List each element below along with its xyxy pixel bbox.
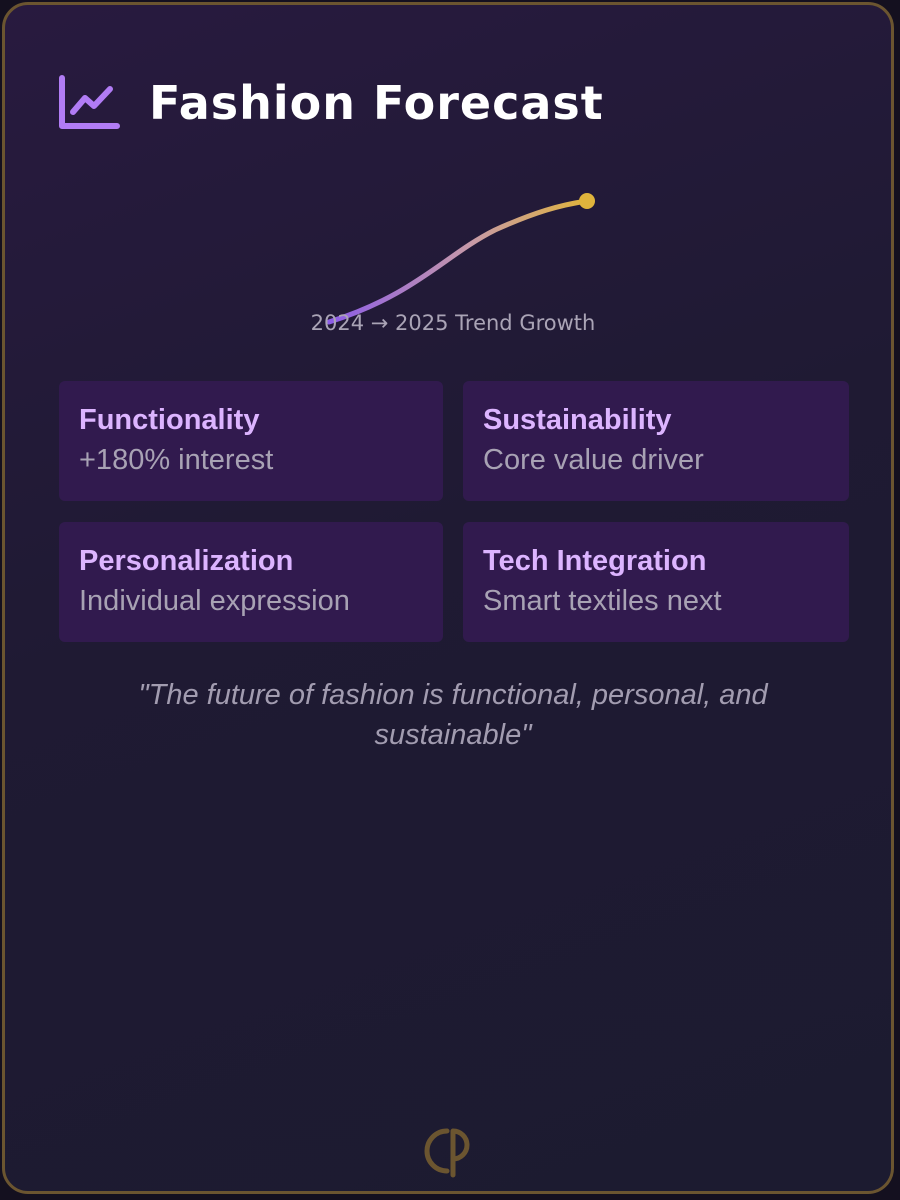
tile-personalization: Personalization Individual expression — [59, 522, 443, 642]
trend-tiles: Functionality +180% interest Sustainabil… — [59, 381, 849, 642]
tile-functionality: Functionality +180% interest — [59, 381, 443, 501]
tile-sustainability: Sustainability Core value driver — [463, 381, 849, 501]
tile-subtitle: Individual expression — [79, 585, 350, 617]
forecast-card: Fashion Forecast 2024 → 2025 Trend Growt… — [2, 2, 894, 1194]
trend-line — [326, 198, 590, 325]
tile-subtitle: Core value driver — [483, 444, 704, 476]
line-chart-icon — [59, 75, 120, 129]
trend-caption: 2024 → 2025 Trend Growth — [310, 311, 596, 335]
tile-subtitle: Smart textiles next — [483, 585, 722, 617]
tile-title: Sustainability — [483, 404, 672, 436]
tile-title: Functionality — [79, 404, 260, 436]
card-title: Fashion Forecast — [149, 76, 604, 130]
trend-end-point — [579, 193, 595, 209]
tile-title: Tech Integration — [483, 545, 707, 577]
card-header: Fashion Forecast — [57, 71, 604, 135]
tile-tech-integration: Tech Integration Smart textiles next — [463, 522, 849, 642]
tile-subtitle: +180% interest — [79, 444, 274, 476]
quote-text: "The future of fashion is functional, pe… — [138, 679, 768, 751]
tile-title: Personalization — [79, 545, 294, 577]
brand-monogram-logo — [424, 1128, 470, 1178]
